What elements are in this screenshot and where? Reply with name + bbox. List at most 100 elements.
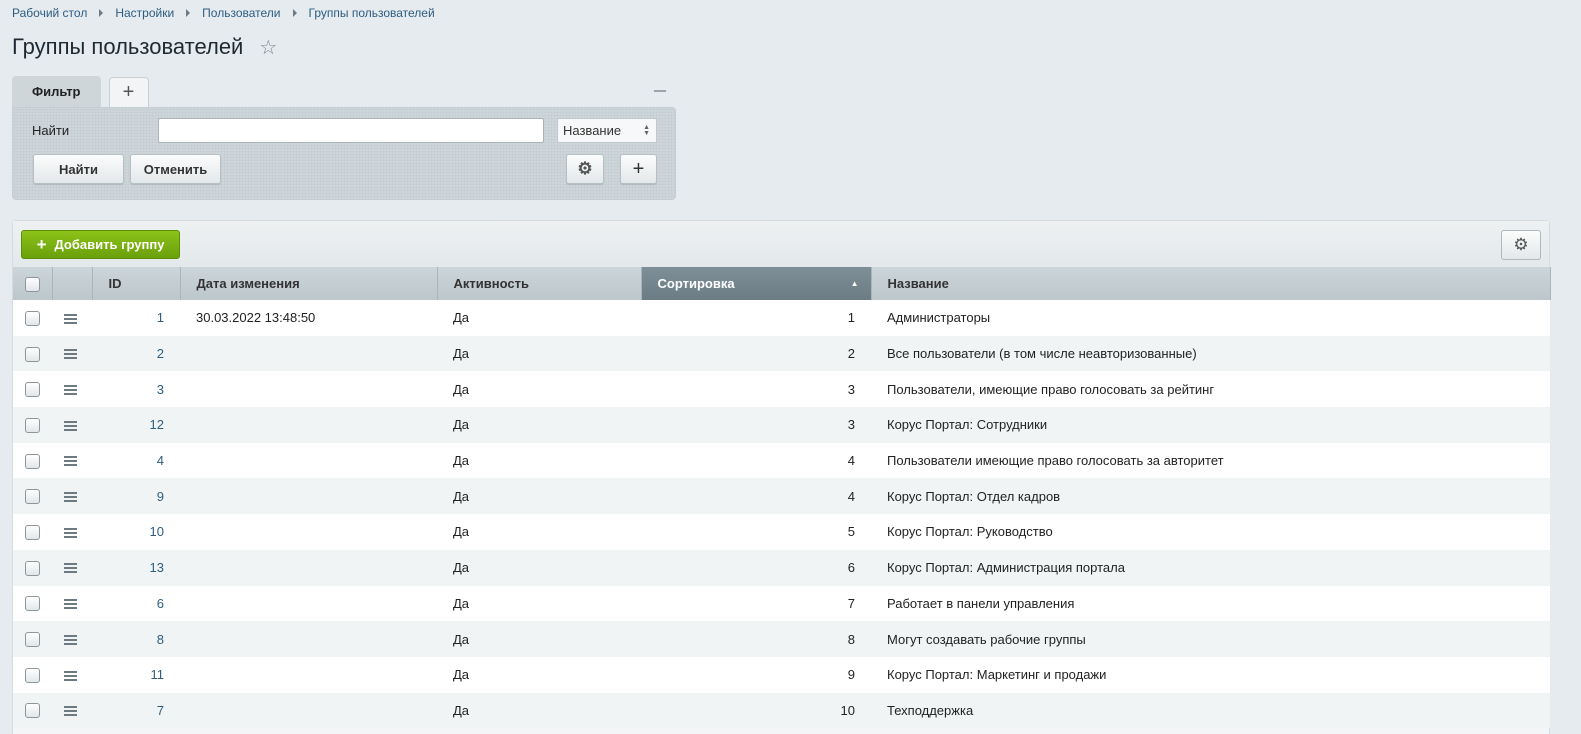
table-row[interactable]: 12 Да 3 Корус Портал: Сотрудники	[13, 407, 1550, 443]
table-row[interactable]: 13 Да 6 Корус Портал: Администрация портала	[13, 549, 1550, 586]
add-group-button[interactable]: + Добавить группу	[21, 230, 180, 259]
cell-name[interactable]: Техподдержка	[871, 692, 1550, 729]
cell-id[interactable]: 7	[92, 692, 180, 729]
menu-icon[interactable]	[64, 312, 77, 326]
row-menu-cell	[52, 371, 92, 408]
cell-sort: 4	[641, 478, 871, 515]
breadcrumb-user-groups[interactable]: Группы пользователей	[309, 6, 435, 20]
search-input[interactable]	[158, 118, 544, 143]
table-row[interactable]: 10 Да 5 Корус Портал: Руководство	[13, 514, 1550, 550]
menu-icon[interactable]	[64, 561, 77, 575]
tab-filter[interactable]: Фильтр	[12, 76, 101, 107]
sort-asc-icon: ▲	[850, 279, 859, 288]
table-row[interactable]: 4 Да 4 Пользователи имеющие право голосоват…	[13, 442, 1550, 479]
cell-name[interactable]: Работает в панели управления	[871, 585, 1550, 622]
cell-name[interactable]: Корус Портал: Администрация портала	[871, 549, 1550, 586]
table-row[interactable]: 2 Да 2 Все пользователи (в том числе неавто…	[13, 335, 1550, 372]
row-menu-cell	[52, 692, 92, 729]
menu-icon[interactable]	[64, 490, 77, 504]
cell-id[interactable]: 12	[92, 407, 180, 443]
cell-id[interactable]: 2	[92, 335, 180, 372]
cell-name[interactable]: Пользователи имеющие право голосовать за…	[871, 442, 1550, 479]
table-row[interactable]: 11 Да 9 Корус Портал: Маркетинг и продажи	[13, 656, 1550, 693]
cell-id[interactable]: 3	[92, 371, 180, 408]
grid-settings-button[interactable]: ⚙	[1501, 230, 1541, 260]
star-icon[interactable]: ☆	[259, 35, 277, 60]
cancel-button[interactable]: Отменить	[130, 154, 221, 184]
cell-id[interactable]: 13	[92, 549, 180, 586]
breadcrumb-desktop[interactable]: Рабочий стол	[12, 6, 87, 20]
cell-name[interactable]: Корус Портал: Маркетинг и продажи	[871, 656, 1550, 693]
cell-id[interactable]: 9	[92, 478, 180, 515]
cell-date	[180, 549, 437, 586]
table-row[interactable]: 7 Да 10 Техподдержка	[13, 692, 1550, 729]
cell-name[interactable]: Корус Портал: Сотрудники	[871, 407, 1550, 443]
chevron-right-icon	[186, 9, 191, 17]
menu-icon[interactable]	[64, 383, 77, 397]
column-id[interactable]: ID	[92, 267, 181, 300]
cell-active: Да	[437, 585, 641, 622]
menu-icon[interactable]	[64, 633, 77, 647]
minus-icon[interactable]	[654, 90, 666, 92]
cell-id[interactable]: 1	[92, 300, 180, 336]
chevron-right-icon	[292, 9, 297, 17]
breadcrumb-users[interactable]: Пользователи	[202, 6, 280, 20]
table-row[interactable]: 3 Да 3 Пользователи, имеющие право голосова…	[13, 371, 1550, 408]
row-checkbox[interactable]	[25, 382, 40, 398]
row-menu-cell	[52, 621, 92, 657]
row-checkbox[interactable]	[25, 346, 40, 362]
row-checkbox[interactable]	[25, 560, 40, 576]
row-checkbox[interactable]	[25, 525, 40, 540]
column-date[interactable]: Дата изменения	[180, 267, 438, 300]
find-button[interactable]: Найти	[33, 154, 124, 184]
menu-icon[interactable]	[64, 704, 77, 718]
row-menu-cell	[52, 407, 92, 443]
menu-icon[interactable]	[64, 669, 77, 683]
cell-name[interactable]: Корус Портал: Отдел кадров	[871, 478, 1550, 515]
cell-name[interactable]: Все пользователи (в том числе неавторизо…	[871, 335, 1550, 372]
menu-icon[interactable]	[64, 419, 77, 433]
cell-id[interactable]: 4	[92, 442, 180, 479]
filter-settings-button[interactable]: ⚙	[566, 154, 604, 184]
cell-id[interactable]: 11	[92, 656, 180, 693]
add-filter-field-button[interactable]: +	[620, 154, 657, 184]
breadcrumb-settings[interactable]: Настройки	[115, 6, 174, 20]
table-row[interactable]: 8 Да 8 Могут создавать рабочие группы	[13, 621, 1550, 657]
add-filter-tab-button[interactable]: +	[108, 77, 149, 107]
checkbox[interactable]	[25, 276, 40, 292]
cell-id[interactable]: 8	[92, 621, 180, 657]
cell-name[interactable]: Пользователи, имеющие право голосовать з…	[871, 371, 1550, 408]
menu-icon[interactable]	[64, 454, 77, 468]
search-field-select[interactable]: Название ▲ ▼	[557, 118, 657, 143]
menu-icon[interactable]	[64, 526, 77, 540]
column-sort[interactable]: Сортировка ▲	[641, 267, 872, 300]
cell-name[interactable]: Корус Портал: Руководство	[871, 514, 1550, 550]
row-checkbox[interactable]	[25, 667, 40, 683]
row-checkbox[interactable]	[25, 596, 40, 612]
table-row[interactable]: 1 30.03.2022 13:48:50 Да 1 Администраторы	[13, 300, 1550, 336]
cell-name[interactable]: Администраторы	[871, 300, 1550, 336]
cell-active: Да	[437, 621, 641, 657]
menu-icon[interactable]	[64, 347, 77, 361]
cell-date	[180, 692, 437, 729]
row-checkbox[interactable]	[25, 310, 40, 326]
table-row[interactable]: 9 Да 4 Корус Портал: Отдел кадров	[13, 478, 1550, 515]
column-name[interactable]: Название	[871, 267, 1551, 300]
column-active[interactable]: Активность	[437, 267, 642, 300]
row-checkbox[interactable]	[25, 417, 40, 433]
row-menu-cell	[52, 300, 92, 336]
row-checkbox[interactable]	[25, 632, 40, 648]
cell-id[interactable]: 6	[92, 585, 180, 622]
menu-icon[interactable]	[64, 597, 77, 611]
table-row[interactable]: 6 Да 7 Работает в панели управления	[13, 585, 1550, 622]
cell-id[interactable]: 10	[92, 514, 180, 550]
row-checkbox[interactable]	[25, 453, 40, 469]
cell-sort: 10	[641, 692, 871, 729]
select-all-checkbox[interactable]	[13, 267, 53, 300]
cell-active: Да	[437, 371, 641, 408]
table-header-row: ID Дата изменения Активность Сортировка …	[13, 267, 1551, 300]
row-checkbox[interactable]	[25, 489, 40, 505]
cell-name[interactable]: Могут создавать рабочие группы	[871, 621, 1550, 657]
row-checkbox-cell	[13, 371, 52, 408]
row-checkbox[interactable]	[25, 703, 40, 719]
